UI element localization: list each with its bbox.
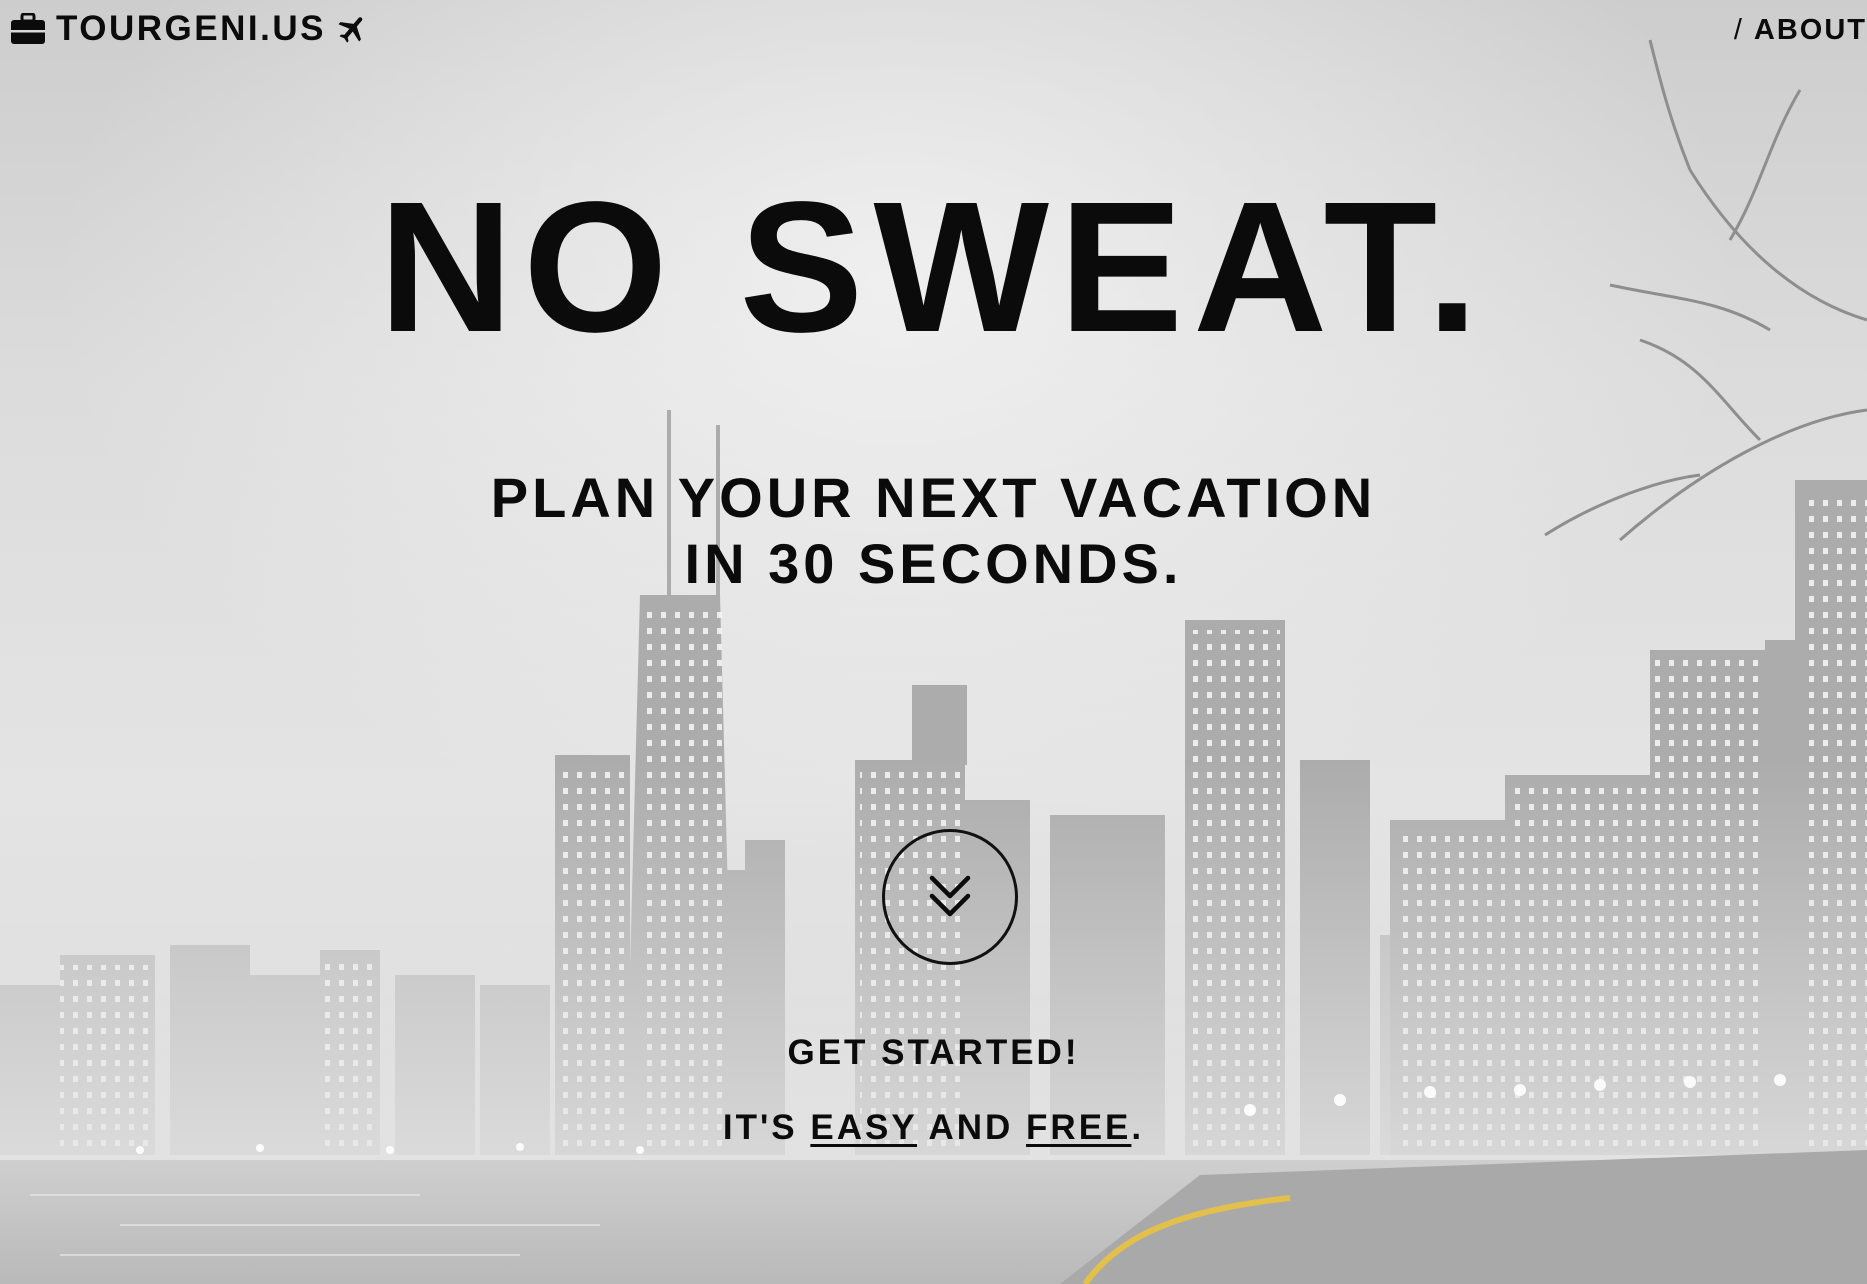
scroll-down-button[interactable] (882, 829, 1018, 965)
brand-name: TOURGENI.US (56, 9, 326, 48)
tagline-free: FREE (1026, 1108, 1132, 1147)
double-chevron-down-icon (929, 875, 971, 917)
get-started-link[interactable]: GET STARTED! (0, 1033, 1867, 1073)
tagline: IT'S EASY AND FREE. (0, 1108, 1867, 1148)
tagline-easy: EASY (810, 1108, 918, 1147)
tagline-prefix: IT'S (722, 1108, 798, 1147)
hero-headline: NO SWEAT. (378, 164, 1489, 371)
hero-subheadline: PLAN YOUR NEXT VACATION IN 30 SECONDS. (0, 465, 1867, 597)
briefcase-icon (11, 13, 45, 44)
tagline-and: AND (928, 1108, 1014, 1147)
brand-logo[interactable]: TOURGENI.US (10, 6, 370, 52)
hero-subline-1: PLAN YOUR NEXT VACATION (490, 466, 1377, 529)
top-nav: / ABOUT (1734, 10, 1867, 50)
nav-about-link[interactable]: ABOUT (1754, 14, 1867, 47)
hero-subline-2: IN 30 SECONDS. (684, 532, 1183, 595)
nav-separator: / (1733, 13, 1744, 46)
tagline-period: . (1131, 1108, 1145, 1147)
airplane-icon (338, 17, 363, 43)
